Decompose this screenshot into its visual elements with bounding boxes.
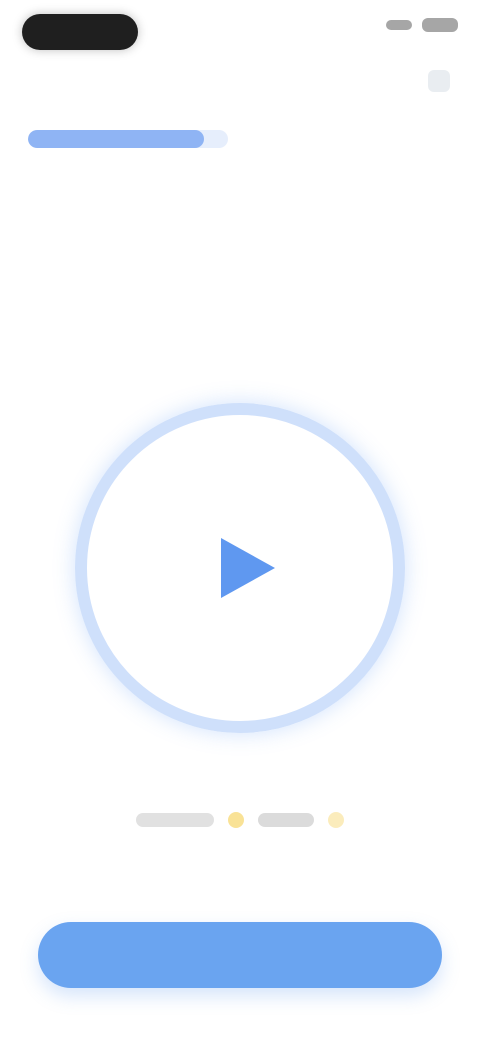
status-bar [0,0,480,64]
prompt [40,175,440,189]
primary-button[interactable] [38,922,442,988]
indicator-dot [228,812,244,828]
indicator-dot [328,812,344,828]
indicator-pill [136,813,214,827]
battery-icon [422,18,458,32]
status-time-pill [22,14,138,50]
indicators-row [110,800,370,840]
top-right-icon[interactable] [428,70,450,92]
signal-icon [386,20,412,30]
progress-bar [28,130,228,148]
indicator-pill [258,813,314,827]
status-right-group [386,18,458,32]
progress-fill [28,130,204,148]
audio-play-control[interactable] [75,403,405,733]
play-icon [205,528,285,608]
